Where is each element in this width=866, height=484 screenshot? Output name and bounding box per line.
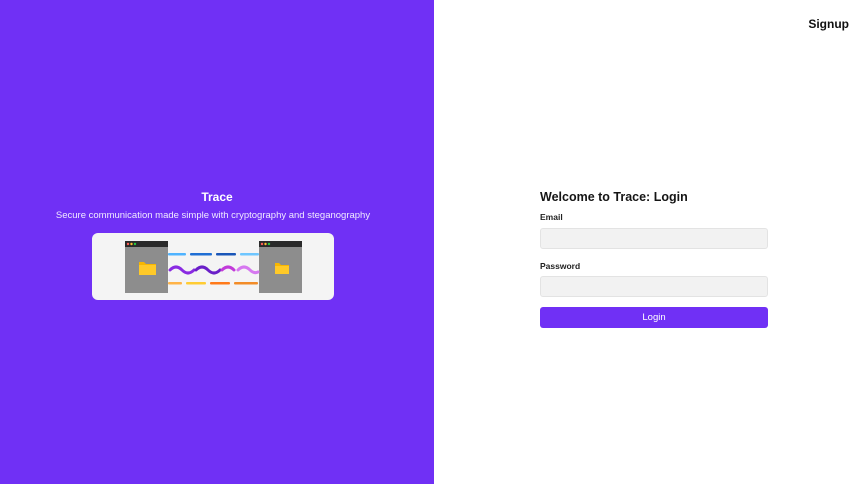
email-label: Email	[540, 212, 563, 222]
form-title: Welcome to Trace: Login	[540, 190, 688, 204]
data-stream-wave	[168, 265, 260, 275]
password-field[interactable]	[540, 276, 768, 297]
data-stream-bottom	[168, 282, 258, 285]
data-stream-top	[168, 253, 259, 256]
brand-subtitle: Secure communication made simple with cr…	[55, 210, 371, 221]
login-button[interactable]: Login	[540, 307, 768, 328]
signup-link[interactable]: Signup	[808, 17, 849, 31]
login-form: Welcome to Trace: Login Email Password L…	[540, 190, 768, 328]
brand-title: Trace	[201, 190, 233, 204]
password-label: Password	[540, 261, 581, 271]
email-field[interactable]	[540, 228, 768, 249]
brand-panel: Trace Secure communication made simple w…	[0, 0, 434, 484]
transfer-illustration	[92, 233, 334, 300]
